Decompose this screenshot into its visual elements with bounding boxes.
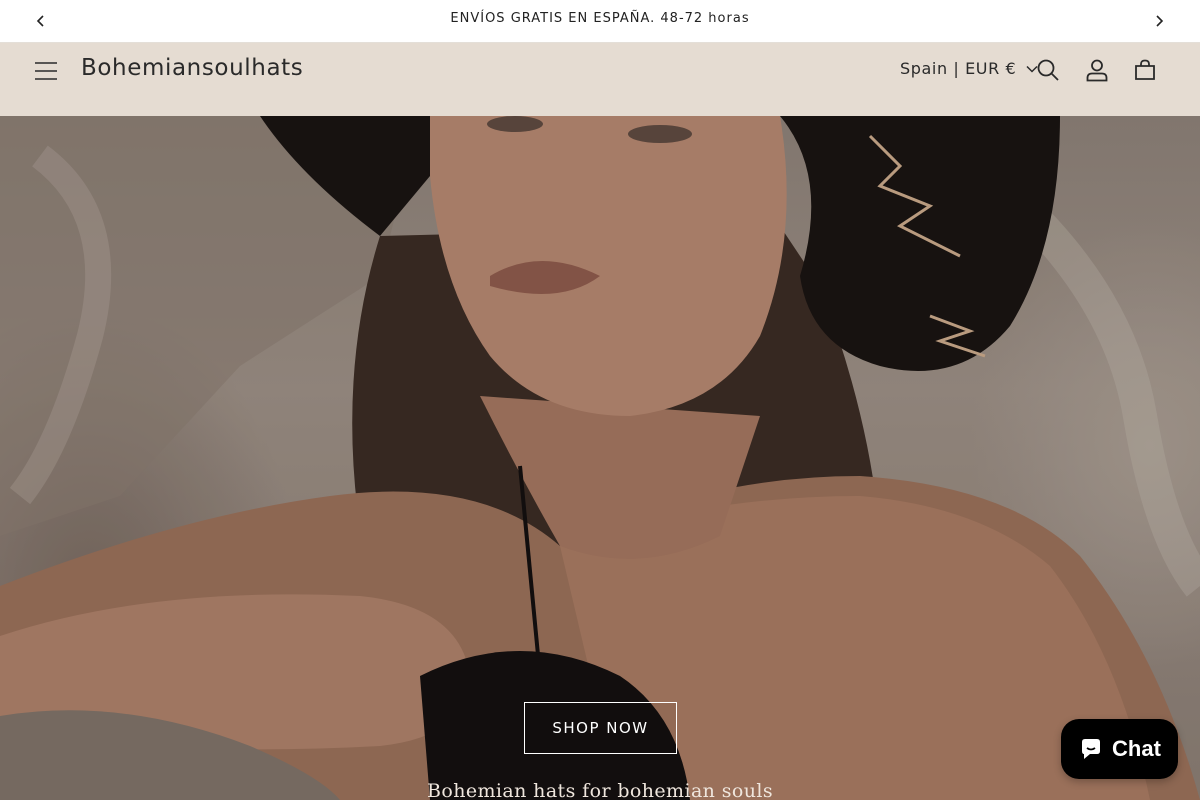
chat-label: Chat	[1112, 736, 1161, 761]
announcement-bar: ENVÍOS GRATIS EN ESPAÑA. 48-72 horas	[0, 0, 1200, 43]
announcement-text: ENVÍOS GRATIS EN ESPAÑA. 48-72 horas	[450, 11, 750, 26]
search-button[interactable]	[1034, 56, 1062, 84]
site-logo[interactable]: Bohemiansoulhats	[81, 55, 303, 81]
account-button[interactable]	[1083, 56, 1111, 84]
shop-now-button[interactable]: SHOP NOW	[524, 702, 677, 754]
menu-icon	[35, 62, 57, 80]
menu-button[interactable]	[33, 57, 59, 85]
chat-button[interactable]: Chat	[1061, 719, 1178, 779]
site-header: Bohemiansoulhats Spain | EUR €	[0, 43, 1200, 116]
account-icon	[1086, 59, 1108, 82]
announcement-next-button[interactable]	[1149, 11, 1169, 31]
hero-photo	[0, 116, 1200, 800]
chevron-left-icon	[36, 15, 44, 27]
hero-banner: SHOP NOW Bohemian hats for bohemian soul…	[0, 116, 1200, 800]
country-selector[interactable]: Spain | EUR €	[900, 59, 1038, 78]
country-selector-label: Spain | EUR €	[900, 59, 1017, 78]
chat-bubble-icon	[1082, 739, 1101, 759]
hero-tagline: Bohemian hats for bohemian souls	[427, 780, 773, 800]
search-icon	[1037, 59, 1059, 81]
announcement-prev-button[interactable]	[31, 11, 51, 31]
cart-icon	[1135, 59, 1155, 80]
chevron-right-icon	[1156, 15, 1164, 27]
cart-button[interactable]	[1131, 56, 1159, 84]
